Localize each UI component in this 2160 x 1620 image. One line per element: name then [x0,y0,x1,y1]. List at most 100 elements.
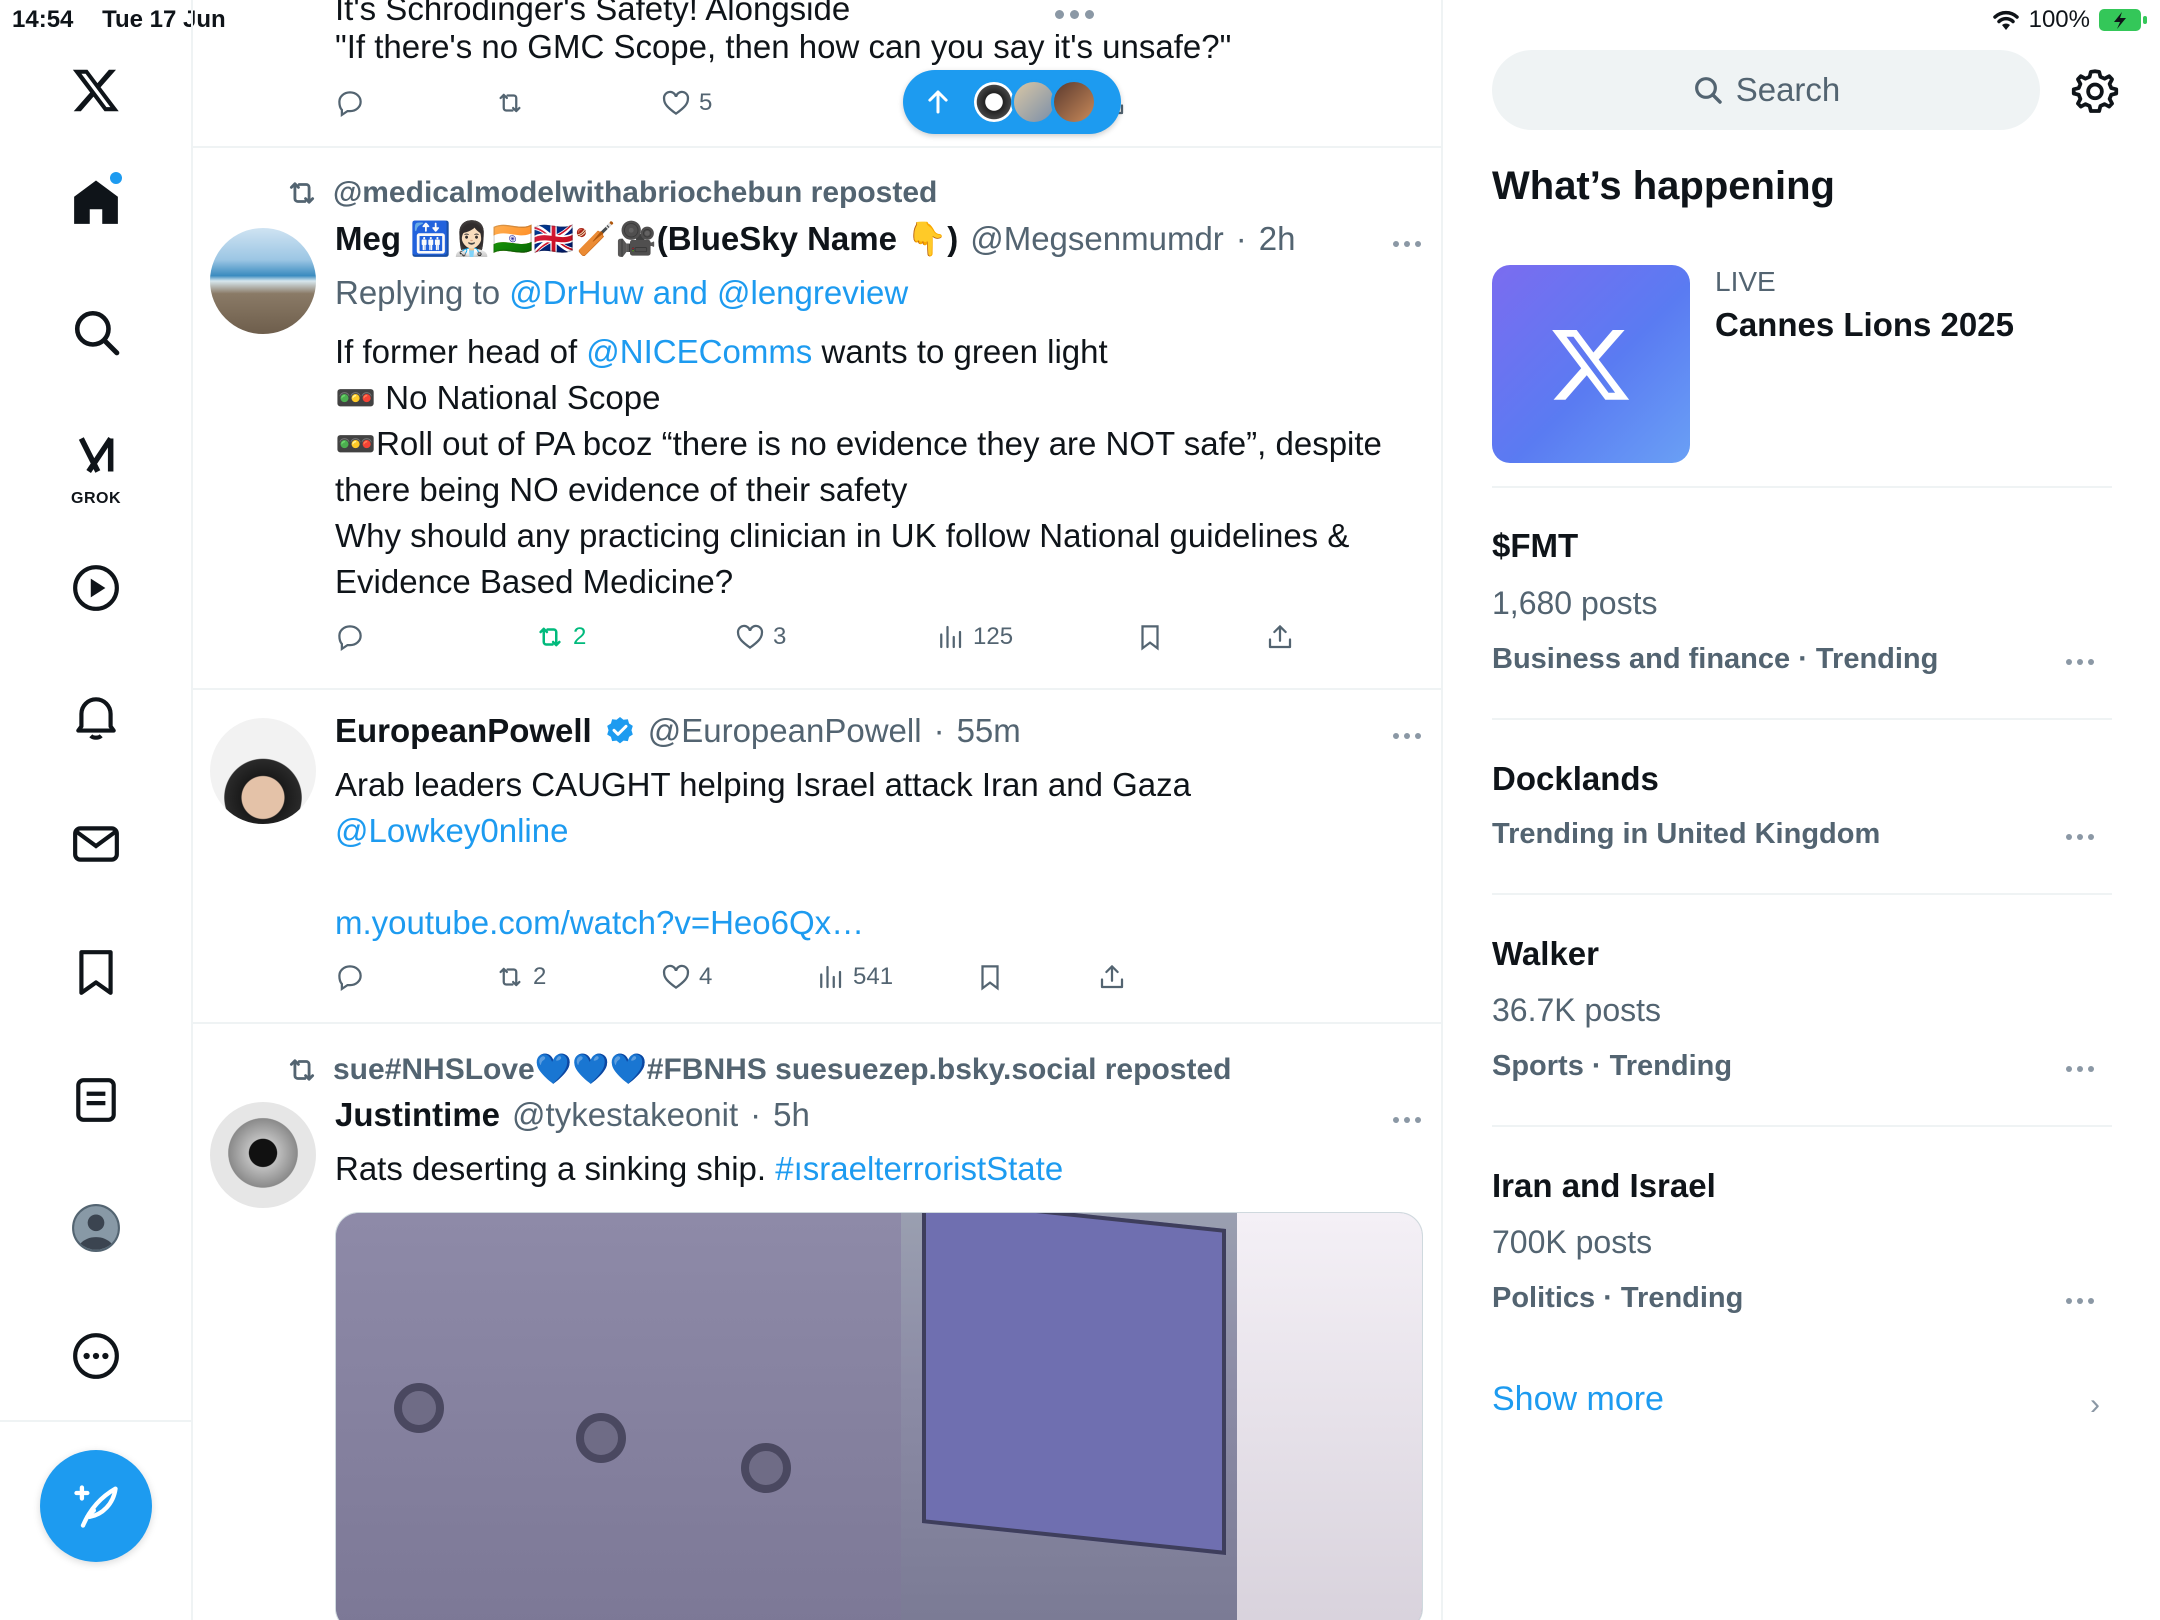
user-avatar[interactable] [210,228,316,334]
repost-small-icon [289,1058,315,1081]
search-placeholder: Search [1735,71,1841,108]
trend-more-dots[interactable] [2066,834,2094,840]
nav-divider [0,1420,193,1422]
partial-tweet-line2: "If there's no GMC Scope, then how can y… [335,28,1232,65]
view-count: 541 [853,963,894,990]
like-button[interactable]: 3 [735,622,786,652]
trend-name[interactable]: Docklands [1492,760,1659,798]
like-count: 4 [699,963,713,990]
heart-icon [662,90,690,116]
tweet-header: Justintime @tykestakeonit · 5h [335,1096,810,1134]
more-options-dots[interactable] [1393,241,1421,247]
live-event-title[interactable]: Cannes Lions 2025 [1715,306,2014,344]
trend-post-count: 1,680 posts [1492,585,1658,621]
chevron-right-icon[interactable]: › [2090,1388,2100,1422]
search-icon [1694,77,1722,104]
post-time[interactable]: 5h [773,1096,810,1134]
post-time[interactable]: 2h [1259,220,1296,258]
share-button[interactable] [1265,622,1295,652]
repost-button[interactable]: 2 [495,962,546,992]
bell-icon[interactable] [56,676,136,756]
battery-percent: 100% [2028,6,2090,33]
views-button[interactable]: 541 [815,962,893,992]
bookmark-button[interactable] [975,962,1005,992]
more-options-dots[interactable] [1393,733,1421,739]
mention-link[interactable]: @NICEComms [586,333,812,370]
live-event-thumbnail[interactable] [1492,265,1690,463]
user-handle[interactable]: @tykestakeonit [512,1096,738,1134]
profile-avatar-icon[interactable] [56,1188,136,1268]
display-name[interactable]: EuropeanPowell [335,712,592,750]
battery-icon [2099,9,2147,31]
replying-prefix: Replying to [335,274,510,311]
verified-badge-icon [606,717,633,744]
user-avatar[interactable] [210,718,316,824]
repost-button[interactable]: 2 [535,622,586,652]
trend-more-dots[interactable] [2066,1066,2094,1072]
bookmark-button[interactable] [1135,622,1165,652]
mention-link[interactable]: @Lowkey0nline [335,808,1423,854]
trend-more-dots[interactable] [2066,659,2094,665]
timeline-feed: It's Schrödinger's Safety! Alongside "If… [193,0,1443,1620]
show-more-link[interactable]: Show more [1492,1380,1664,1419]
more-options-icon[interactable] [56,1316,136,1396]
tweet-video-media[interactable] [335,1212,1423,1620]
search-icon[interactable] [56,292,136,372]
new-posts-pill[interactable] [903,70,1121,134]
heart-icon [736,624,764,650]
tweet-body: If former head of @NICEComms wants to gr… [335,329,1423,605]
search-input[interactable]: Search [1492,50,2040,130]
tweet-header: EuropeanPowell @EuropeanPowell · 55m [335,712,1021,750]
x-logo-icon[interactable] [56,50,136,130]
traffic-light-emoji: 🚥 [335,379,377,416]
mail-icon[interactable] [56,804,136,884]
reply-button[interactable] [335,88,365,118]
like-button[interactable]: 4 [661,962,712,992]
trend-more-dots[interactable] [2066,1298,2094,1304]
replying-to-link[interactable]: @DrHuw and @lengreview [509,274,908,311]
tweet-text: Roll out of PA bcoz “there is no evidenc… [335,425,1382,508]
user-avatar[interactable] [210,1102,316,1208]
trend-name[interactable]: Walker [1492,935,1599,973]
repost-count: 2 [533,963,547,990]
share-button[interactable] [1097,962,1127,992]
grok-icon[interactable]: GROK [56,420,136,510]
views-bar-icon [820,965,842,989]
youtube-link[interactable]: m.youtube.com/watch?v=Heo6Qx… [335,900,1423,946]
bookmark-icon[interactable] [56,932,136,1012]
reply-button[interactable] [335,962,365,992]
tweet-actions: 2 4 541 [335,962,1185,1002]
share-icon [1268,625,1292,649]
user-handle[interactable]: @EuropeanPowell [648,712,922,750]
repost-button[interactable] [495,88,525,118]
bookmark-small-icon [1141,625,1159,651]
hashtag-link[interactable]: #ısraelterroristState [775,1150,1063,1187]
more-options-dots[interactable] [1393,1117,1421,1123]
repost-active-icon [539,627,561,647]
trend-name[interactable]: $FMT [1492,527,1578,565]
trend-name[interactable]: Iran and Israel [1492,1167,1716,1205]
compose-post-button[interactable] [40,1450,152,1562]
repost-header: sue#NHSLove💙💙💙#FBNHS suesuezep.bsky.soci… [285,1052,1231,1087]
home-icon[interactable] [56,162,136,242]
lists-icon[interactable] [56,1060,136,1140]
tweet-divider [193,688,1443,690]
display-name[interactable]: Justintime [335,1096,500,1134]
tweet-text: wants to green light [812,333,1108,370]
settings-gear-icon[interactable] [2070,66,2120,116]
reply-icon [338,965,362,991]
repost-icon [499,967,521,987]
views-button[interactable]: 125 [935,622,1013,652]
trend-post-count: 36.7K posts [1492,992,1661,1028]
post-time[interactable]: 55m [957,712,1021,750]
trend-divider [1492,718,2112,720]
reply-icon [338,625,362,651]
reply-button[interactable] [335,622,365,652]
replying-to: Replying to @DrHuw and @lengreview [335,270,908,316]
tweet-text: If former head of [335,333,587,370]
video-play-icon[interactable] [56,548,136,628]
like-button[interactable]: 5 [661,88,712,118]
user-handle[interactable]: @Megsenmumdr [970,220,1224,258]
display-name[interactable]: Meg 🛗👩🏻‍⚕️🇮🇳🇬🇧🏏🎥(BlueSky Name 👇) [335,220,958,259]
status-bar-right: 100% [1991,6,2148,34]
